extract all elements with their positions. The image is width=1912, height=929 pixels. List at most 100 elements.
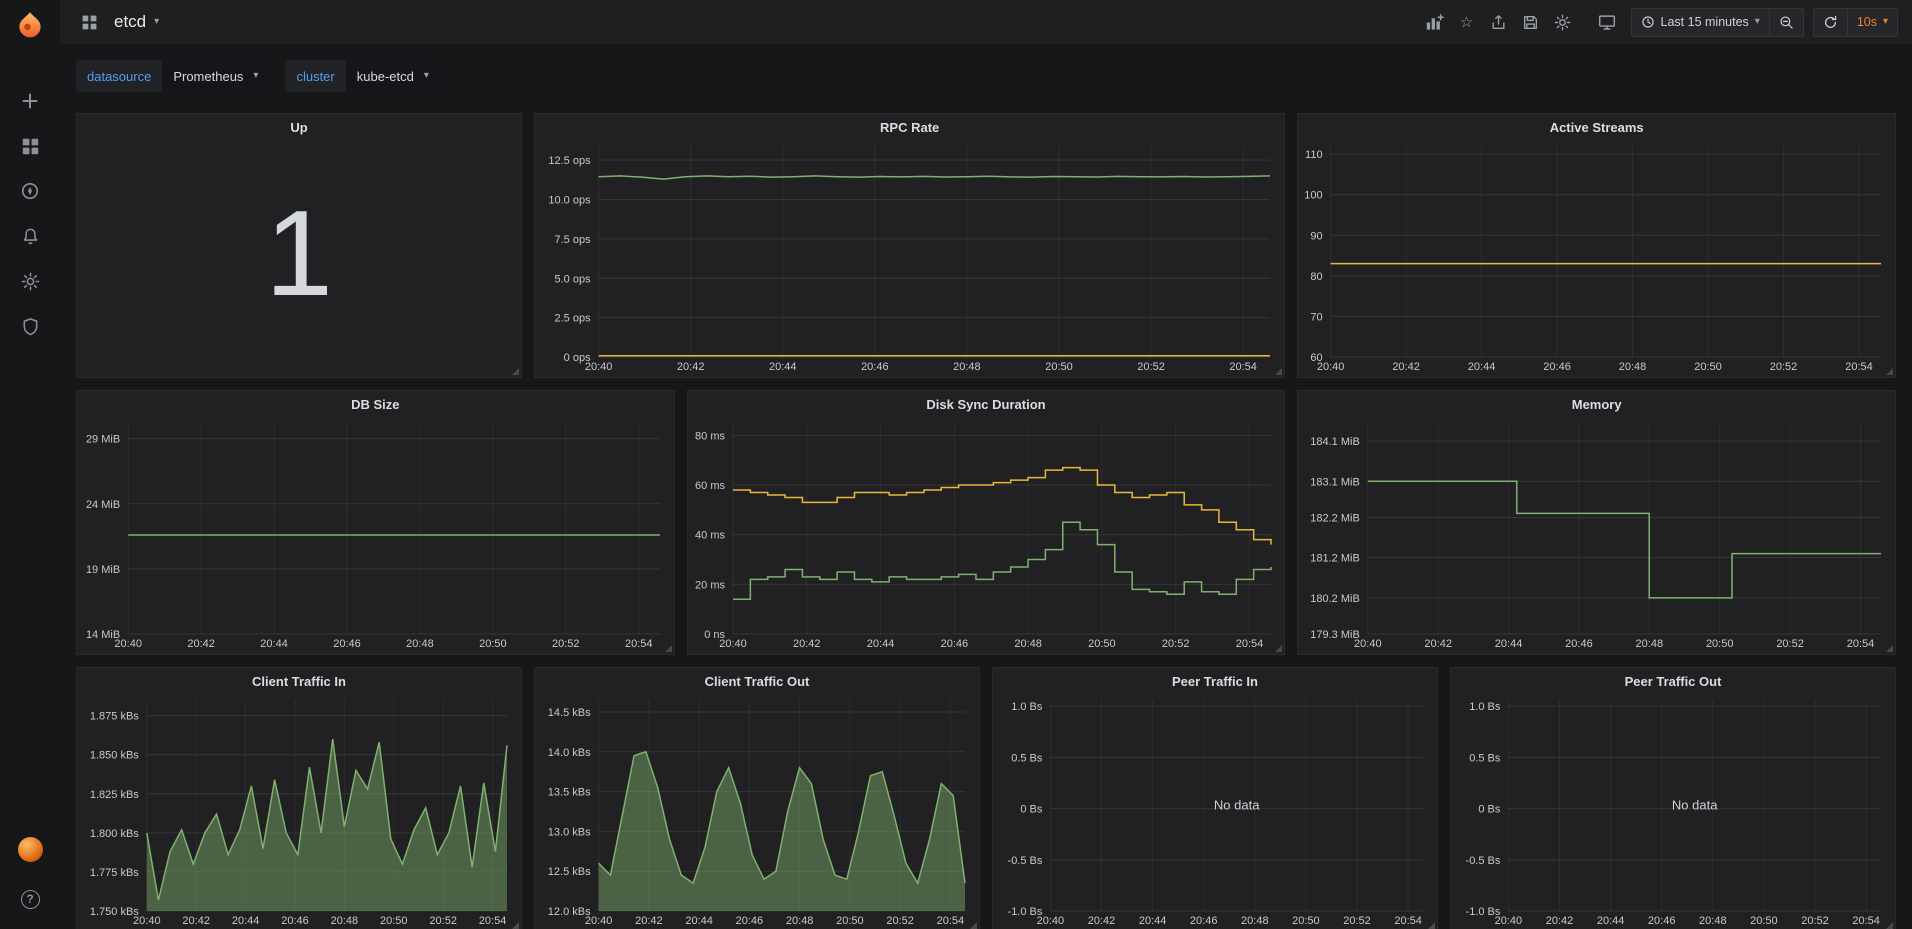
svg-text:20 ms: 20 ms xyxy=(695,579,725,591)
dashboard-title-dropdown[interactable]: etcd ▾ xyxy=(114,12,159,32)
cycle-view-mode-button[interactable] xyxy=(1592,7,1622,37)
panel-resize-handle[interactable] xyxy=(1428,922,1435,929)
svg-text:20:46: 20:46 xyxy=(861,361,889,373)
panel-resize-handle[interactable] xyxy=(665,645,672,652)
svg-text:20:50: 20:50 xyxy=(1750,915,1778,927)
svg-text:20:42: 20:42 xyxy=(1425,638,1453,650)
chart-client-traffic-out[interactable]: 12.0 kBs12.5 kBs13.0 kBs13.5 kBs14.0 kBs… xyxy=(535,694,979,929)
svg-text:20:48: 20:48 xyxy=(1014,638,1042,650)
panel-title-client-traffic-in[interactable]: Client Traffic In xyxy=(77,668,521,694)
chart-peer-traffic-in[interactable]: -1.0 Bs-0.5 Bs0 Bs0.5 Bs1.0 Bs20:4020:42… xyxy=(993,694,1437,929)
refresh-button[interactable] xyxy=(1814,9,1847,36)
svg-text:1.750 kBs: 1.750 kBs xyxy=(90,906,139,918)
svg-text:20:46: 20:46 xyxy=(736,915,764,927)
svg-text:20:52: 20:52 xyxy=(1343,915,1371,927)
navbar-left: etcd ▾ xyxy=(74,7,159,37)
svg-text:1.875 kBs: 1.875 kBs xyxy=(90,711,139,723)
svg-text:1.825 kBs: 1.825 kBs xyxy=(90,789,139,801)
chart-active-streams[interactable]: 6070809010011020:4020:4220:4420:4620:482… xyxy=(1298,140,1895,377)
sidebar-item-create[interactable] xyxy=(10,83,50,119)
sidebar-item-help[interactable]: ? xyxy=(10,881,50,917)
sidebar-item-configuration[interactable] xyxy=(10,263,50,299)
panel-title-client-traffic-out[interactable]: Client Traffic Out xyxy=(535,668,979,694)
share-dashboard-button[interactable] xyxy=(1484,7,1514,37)
svg-text:184.1 MiB: 184.1 MiB xyxy=(1311,436,1361,448)
sidebar-nav xyxy=(10,83,50,344)
grafana-logo[interactable] xyxy=(12,7,48,43)
svg-text:20:52: 20:52 xyxy=(1770,361,1798,373)
svg-text:20:48: 20:48 xyxy=(331,915,359,927)
panel-memory: Memory 179.3 MiB180.2 MiB181.2 MiB182.2 … xyxy=(1297,390,1896,655)
svg-text:20:40: 20:40 xyxy=(585,361,613,373)
caret-down-icon: ▾ xyxy=(154,17,159,27)
add-panel-button[interactable] xyxy=(1419,7,1450,37)
zoom-out-button[interactable] xyxy=(1769,9,1803,36)
svg-text:90: 90 xyxy=(1311,230,1323,242)
svg-text:No data: No data xyxy=(1214,798,1260,813)
panel-resize-handle[interactable] xyxy=(970,922,977,929)
caret-down-icon: ▾ xyxy=(253,71,258,81)
svg-text:14.0 kBs: 14.0 kBs xyxy=(548,747,591,759)
panel-resize-handle[interactable] xyxy=(1886,645,1893,652)
chart-rpc-rate[interactable]: 0 ops2.5 ops5.0 ops7.5 ops10.0 ops12.5 o… xyxy=(535,140,1284,377)
svg-text:20:44: 20:44 xyxy=(1468,361,1496,373)
svg-text:20:42: 20:42 xyxy=(1393,361,1421,373)
svg-text:20:46: 20:46 xyxy=(1190,915,1218,927)
panel-title-rpc-rate[interactable]: RPC Rate xyxy=(535,114,1284,140)
panel-title-db-size[interactable]: DB Size xyxy=(77,391,674,417)
sidebar-item-alerting[interactable] xyxy=(10,218,50,254)
refresh-icon xyxy=(1823,15,1838,30)
svg-text:13.0 kBs: 13.0 kBs xyxy=(548,826,591,838)
variable-datasource-value-dropdown[interactable]: Prometheus ▾ xyxy=(162,60,269,92)
chart-db-size[interactable]: 14 MiB19 MiB24 MiB29 MiB20:4020:4220:442… xyxy=(77,417,674,654)
sidebar-item-dashboards[interactable] xyxy=(10,128,50,164)
panel-title-active-streams[interactable]: Active Streams xyxy=(1298,114,1895,140)
save-dashboard-button[interactable] xyxy=(1516,7,1546,37)
svg-text:24 MiB: 24 MiB xyxy=(86,499,120,511)
refresh-interval-picker[interactable]: 10s ▾ xyxy=(1847,9,1897,36)
sidebar-item-profile[interactable] xyxy=(10,831,50,867)
svg-text:20:40: 20:40 xyxy=(719,638,747,650)
svg-text:20:42: 20:42 xyxy=(1546,915,1574,927)
variable-cluster[interactable]: cluster kube-etcd ▾ xyxy=(285,60,439,92)
svg-text:20:46: 20:46 xyxy=(1648,915,1676,927)
time-range-picker[interactable]: Last 15 minutes ▾ xyxy=(1632,9,1769,36)
panel-title-memory[interactable]: Memory xyxy=(1298,391,1895,417)
star-dashboard-button[interactable]: ☆ xyxy=(1452,7,1482,37)
refresh-controls: 10s ▾ xyxy=(1813,8,1898,37)
panel-resize-handle[interactable] xyxy=(1275,645,1282,652)
sidebar-item-explore[interactable] xyxy=(10,173,50,209)
panel-resize-handle[interactable] xyxy=(512,922,519,929)
chart-disk-sync-duration[interactable]: 0 ns20 ms40 ms60 ms80 ms20:4020:4220:442… xyxy=(688,417,1285,654)
bell-icon xyxy=(21,227,40,246)
svg-text:20:54: 20:54 xyxy=(1846,361,1874,373)
share-icon xyxy=(1490,14,1507,31)
panel-title-peer-traffic-in[interactable]: Peer Traffic In xyxy=(993,668,1437,694)
main-area: etcd ▾ ☆ xyxy=(60,0,1912,929)
panel-resize-handle[interactable] xyxy=(1886,368,1893,375)
svg-text:0 Bs: 0 Bs xyxy=(1020,804,1043,816)
svg-text:20:40: 20:40 xyxy=(1495,915,1523,927)
svg-text:20:46: 20:46 xyxy=(940,638,968,650)
svg-text:20:44: 20:44 xyxy=(769,361,797,373)
dashboard-settings-button[interactable] xyxy=(1548,7,1578,37)
panel-resize-handle[interactable] xyxy=(1275,368,1282,375)
svg-text:70: 70 xyxy=(1311,311,1323,323)
variable-cluster-value-dropdown[interactable]: kube-etcd ▾ xyxy=(346,60,440,92)
panel-up: Up 1 xyxy=(76,113,522,378)
panel-resize-handle[interactable] xyxy=(512,368,519,375)
chart-client-traffic-in[interactable]: 1.750 kBs1.775 kBs1.800 kBs1.825 kBs1.85… xyxy=(77,694,521,929)
svg-text:20:52: 20:52 xyxy=(1777,638,1805,650)
panel-title-peer-traffic-out[interactable]: Peer Traffic Out xyxy=(1451,668,1895,694)
panel-resize-handle[interactable] xyxy=(1886,922,1893,929)
panel-title-disk-sync-duration[interactable]: Disk Sync Duration xyxy=(688,391,1285,417)
dashboard-picker-button[interactable] xyxy=(74,7,104,37)
chart-memory[interactable]: 179.3 MiB180.2 MiB181.2 MiB182.2 MiB183.… xyxy=(1298,417,1895,654)
svg-text:20:42: 20:42 xyxy=(1088,915,1116,927)
sidebar-item-server-admin[interactable] xyxy=(10,308,50,344)
variable-datasource[interactable]: datasource Prometheus ▾ xyxy=(76,60,269,92)
svg-text:20:54: 20:54 xyxy=(937,915,965,927)
svg-text:180.2 MiB: 180.2 MiB xyxy=(1311,593,1361,605)
chart-peer-traffic-out[interactable]: -1.0 Bs-0.5 Bs0 Bs0.5 Bs1.0 Bs20:4020:42… xyxy=(1451,694,1895,929)
top-navbar: etcd ▾ ☆ xyxy=(60,0,1912,44)
